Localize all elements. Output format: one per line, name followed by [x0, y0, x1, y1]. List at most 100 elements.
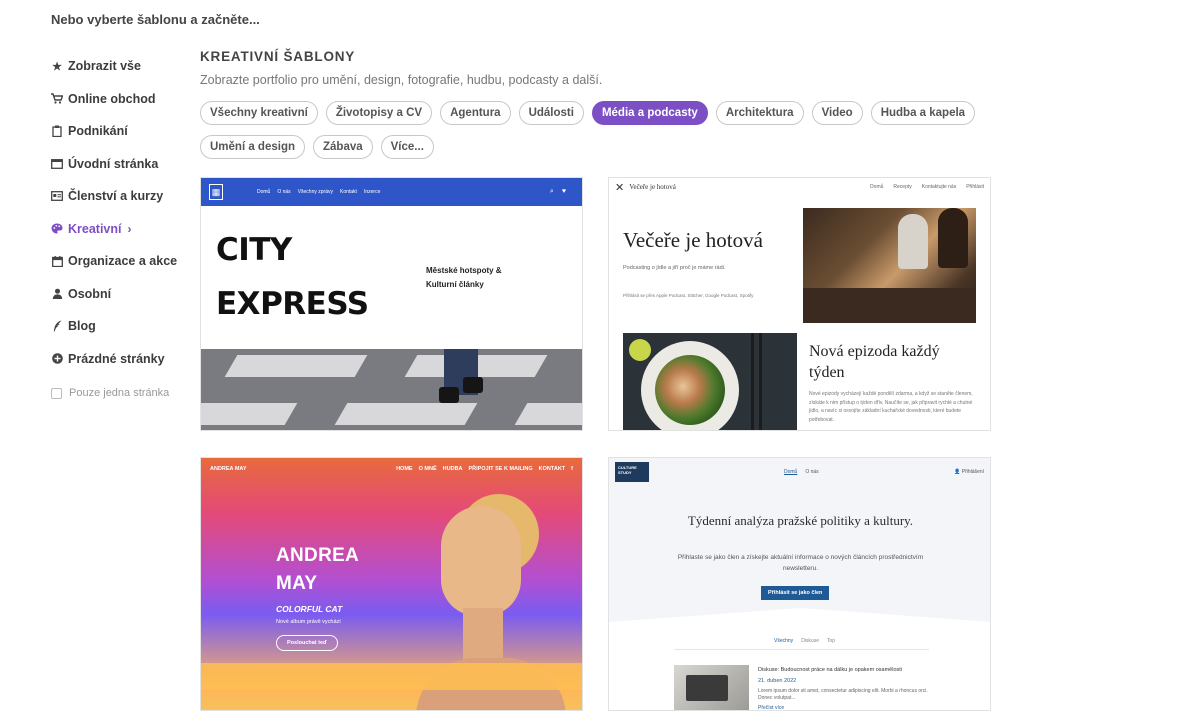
- template-title-line: EXPRESS: [216, 286, 369, 322]
- template-nav-link: Domů: [784, 469, 798, 475]
- chevron-right-icon: ›: [127, 221, 132, 236]
- category-sidebar: ★ Zobrazit vše Online obchod Podnikání Ú…: [51, 50, 191, 399]
- sidebar-item-label: Úvodní stránka: [68, 156, 159, 171]
- person-icon: [51, 288, 63, 300]
- single-page-checkbox[interactable]: [51, 387, 62, 399]
- id-card-icon: [51, 191, 63, 202]
- template-article-title: Diskuse: Budoucnost práce na dálku je op…: [758, 667, 902, 673]
- template-login: 👤 Přihlášení: [954, 469, 984, 475]
- template-nav-link: Recepty: [893, 184, 912, 190]
- filter-row: Umění a design Zábava Více...: [200, 135, 960, 159]
- palette-icon: [51, 223, 63, 234]
- template-card-andrea-may[interactable]: ANDREA MAY HOME O MNĚ HUDBA PŘIPOJIT SE …: [200, 457, 583, 711]
- page-subtitle: Zobrazte portfolio pro umění, design, fo…: [200, 73, 603, 87]
- template-cta-button: Přihlásit se jako člen: [761, 586, 830, 600]
- template-nav-link: Všechny zprávy: [297, 189, 333, 195]
- clipboard-icon: [51, 125, 63, 138]
- template-tab: Všechny: [774, 638, 794, 644]
- sidebar-item-label: Organizace a akce: [68, 254, 178, 269]
- template-login-label: Přihlášení: [961, 469, 984, 475]
- template-brand: Večeře je hotová: [629, 183, 676, 191]
- filter-chips: Všechny kreativní Životopisy a CV Agentu…: [200, 101, 976, 169]
- filter-chip-resumes[interactable]: Životopisy a CV: [325, 101, 433, 125]
- template-brand: ANDREA MAY: [210, 466, 247, 472]
- template-hero: CITY EXPRESS Městské hotspoty & Kulturní…: [201, 206, 582, 349]
- sidebar-item-creative[interactable]: Kreativní ›: [51, 213, 191, 246]
- template-nav-link: HOME: [396, 466, 413, 472]
- filter-chip-all-creative[interactable]: Všechny kreativní: [200, 101, 318, 125]
- template-divider: [674, 649, 929, 650]
- template-tab: Top: [826, 638, 836, 644]
- template-tab: Diskuse: [801, 638, 819, 644]
- template-nav: ▦ Domů O nás Všechny zprávy Kontakt Inze…: [201, 178, 582, 206]
- template-card-city-express[interactable]: ▦ Domů O nás Všechny zprávy Kontakt Inze…: [200, 177, 583, 431]
- filter-chip-more[interactable]: Více...: [380, 135, 434, 159]
- food-bowl-photo: [623, 333, 797, 430]
- plus-circle-icon: [51, 353, 63, 365]
- template-title-line: CITY: [216, 232, 292, 268]
- template-nav-link: Kontakt: [339, 189, 357, 195]
- template-tabs: Všechny Diskuse Top: [774, 638, 835, 644]
- template-article-more: Přečíst více: [758, 705, 785, 711]
- template-tagline-line: Kulturní články: [426, 280, 484, 289]
- page-title: KREATIVNÍ ŠABLONY: [200, 49, 356, 64]
- filter-chip-video[interactable]: Video: [811, 101, 863, 125]
- template-subheadline: Přihlaste se jako člen a získejte aktuál…: [677, 554, 924, 572]
- template-listen-button: Poslouchat teď: [276, 635, 339, 651]
- sidebar-item-label: Blog: [68, 319, 96, 334]
- intro-heading: Nebo vyberte šablonu a začněte...: [51, 12, 260, 27]
- sidebar-item-label: Členství a kurzy: [68, 189, 164, 204]
- template-nav-link: Domů: [870, 184, 884, 190]
- search-cart-icons: ⌕♥: [549, 188, 574, 195]
- color-band: [201, 663, 582, 690]
- template-description: Podcasting o jídle a jiří proč je máme r…: [623, 265, 726, 271]
- filter-chip-media-podcasts[interactable]: Média a podcasty: [591, 101, 708, 125]
- sidebar-item-blog[interactable]: Blog: [51, 310, 191, 343]
- filter-chip-agency[interactable]: Agentura: [440, 101, 511, 125]
- sidebar-item-label: Prázdné stránky: [68, 351, 165, 366]
- filter-row: Všechny kreativní Životopisy a CV Agentu…: [200, 101, 976, 125]
- template-card-culture-study[interactable]: CULTURE STUDY Domů O nás 👤 Přihlášení Tý…: [608, 457, 991, 711]
- filter-chip-music-band[interactable]: Hudba a kapela: [870, 101, 976, 125]
- template-nav-link: O MNĚ: [418, 466, 437, 472]
- filter-chip-entertainment[interactable]: Zábava: [313, 135, 373, 159]
- sidebar-item-personal[interactable]: Osobní: [51, 278, 191, 311]
- single-page-filter[interactable]: Pouze jedna stránka: [51, 387, 191, 399]
- sidebar-item-show-all[interactable]: ★ Zobrazit vše: [51, 50, 191, 83]
- template-tagline-line: Městské hotspoty &: [426, 266, 502, 275]
- template-logo: CULTURE STUDY: [615, 462, 649, 482]
- template-card-dinner-podcast[interactable]: ✕ Večeře je hotová Domů Recepty Kontaktu…: [608, 177, 991, 431]
- sidebar-item-membership[interactable]: Členství a kurzy: [51, 180, 191, 213]
- template-nav-link: O nás: [805, 469, 819, 475]
- sidebar-item-business[interactable]: Podnikání: [51, 115, 191, 148]
- window-icon: [51, 158, 63, 169]
- sidebar-item-blank-pages[interactable]: Prázdné stránky: [51, 343, 191, 376]
- template-nav: ANDREA MAY HOME O MNĚ HUDBA PŘIPOJIT SE …: [201, 458, 582, 480]
- template-nav-link: PŘIPOJIT SE K MAILING: [468, 466, 533, 472]
- template-nav: ✕ Večeře je hotová Domů Recepty Kontaktu…: [609, 178, 990, 196]
- sidebar-item-label: Kreativní: [68, 221, 122, 236]
- cart-icon: [51, 93, 63, 104]
- template-nav-link: KONTAKT: [538, 466, 566, 472]
- sidebar-item-organizations-events[interactable]: Organizace a akce: [51, 245, 191, 278]
- filter-chip-art-design[interactable]: Umění a design: [200, 135, 305, 159]
- template-headline: Týdenní analýza pražské politiky a kultu…: [687, 513, 914, 528]
- sidebar-item-online-store[interactable]: Online obchod: [51, 83, 191, 116]
- template-title: Večeře je hotová: [623, 228, 763, 252]
- quill-icon: [51, 320, 63, 332]
- calendar-icon: [51, 255, 63, 267]
- sidebar-item-label: Osobní: [68, 286, 112, 301]
- template-article-date: 21. duben 2022: [758, 678, 797, 684]
- sidebar-item-landing-page[interactable]: Úvodní stránka: [51, 148, 191, 181]
- filter-chip-architecture[interactable]: Architektura: [715, 101, 804, 125]
- fork-knife-icon: ✕: [615, 181, 625, 194]
- filter-chip-events[interactable]: Události: [518, 101, 584, 125]
- facebook-icon: f: [571, 466, 573, 472]
- template-tagline: Městské hotspoty & Kulturní články: [426, 264, 536, 292]
- template-artist-name-line: ANDREA: [276, 545, 360, 566]
- template-nav-link: HUDBA: [442, 466, 463, 472]
- crosswalk-photo: [201, 349, 582, 430]
- laptop-photo: [674, 665, 749, 710]
- template-article-excerpt: Lorem ipsum dolor sit amet, consectetur …: [758, 688, 928, 701]
- template-nav-link: Domů: [257, 189, 271, 195]
